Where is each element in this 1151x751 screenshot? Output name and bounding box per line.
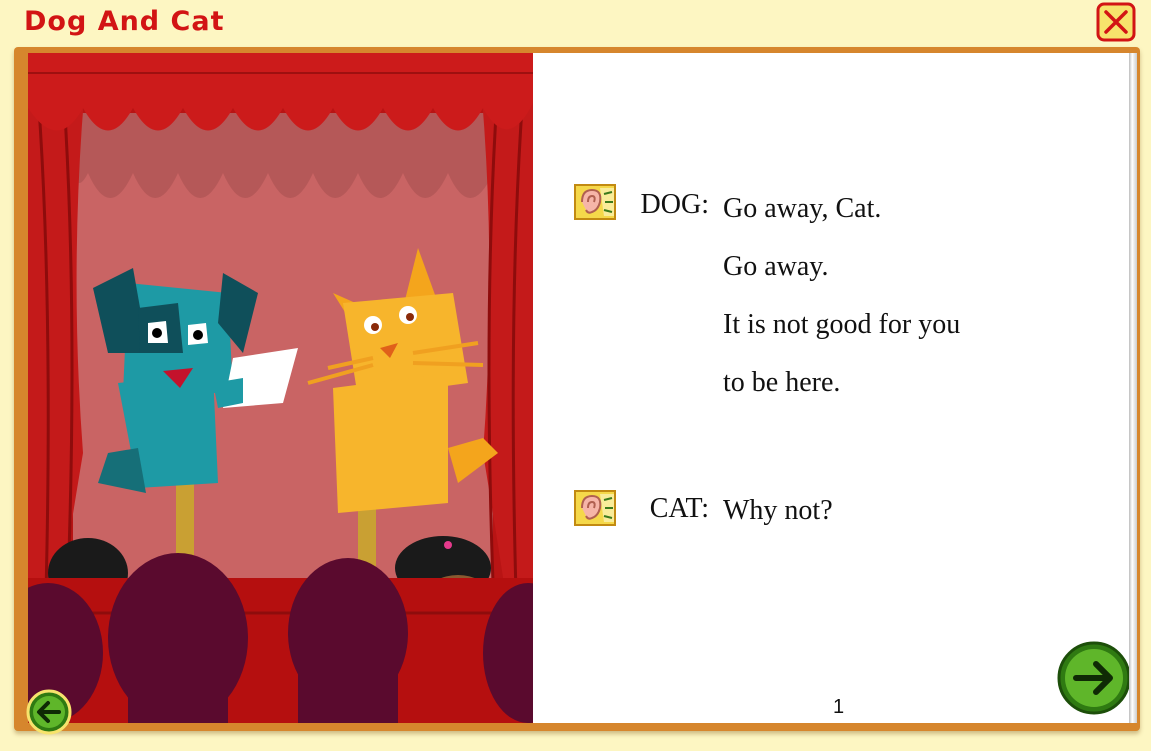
text-page: DOG: Go away, Cat. Go away. It is not go… bbox=[533, 53, 1129, 723]
close-icon[interactable] bbox=[1096, 2, 1136, 42]
speaker-label: CAT: bbox=[649, 493, 709, 524]
title-bar: Dog And Cat bbox=[0, 0, 1151, 48]
app-title: Dog And Cat bbox=[24, 6, 225, 37]
arrow-left-icon[interactable] bbox=[26, 689, 72, 735]
illustration-page bbox=[28, 53, 533, 723]
ear-icon[interactable] bbox=[574, 184, 616, 220]
page-edges bbox=[1129, 53, 1137, 723]
page-number: 1 bbox=[833, 696, 845, 718]
dialogue-line: Go away. bbox=[723, 251, 829, 282]
dialogue-line: Why not? bbox=[723, 495, 833, 526]
ear-icon[interactable] bbox=[574, 490, 616, 526]
dialogue-line: It is not good for you bbox=[723, 309, 961, 340]
arrow-right-icon[interactable] bbox=[1056, 640, 1129, 716]
dialogue-line: Go away, Cat. bbox=[723, 193, 882, 224]
puppet-show-illustration bbox=[28, 53, 533, 723]
speaker-label: DOG: bbox=[640, 189, 709, 220]
dialogue-line: to be here. bbox=[723, 367, 841, 398]
book: DOG: Go away, Cat. Go away. It is not go… bbox=[14, 47, 1140, 735]
